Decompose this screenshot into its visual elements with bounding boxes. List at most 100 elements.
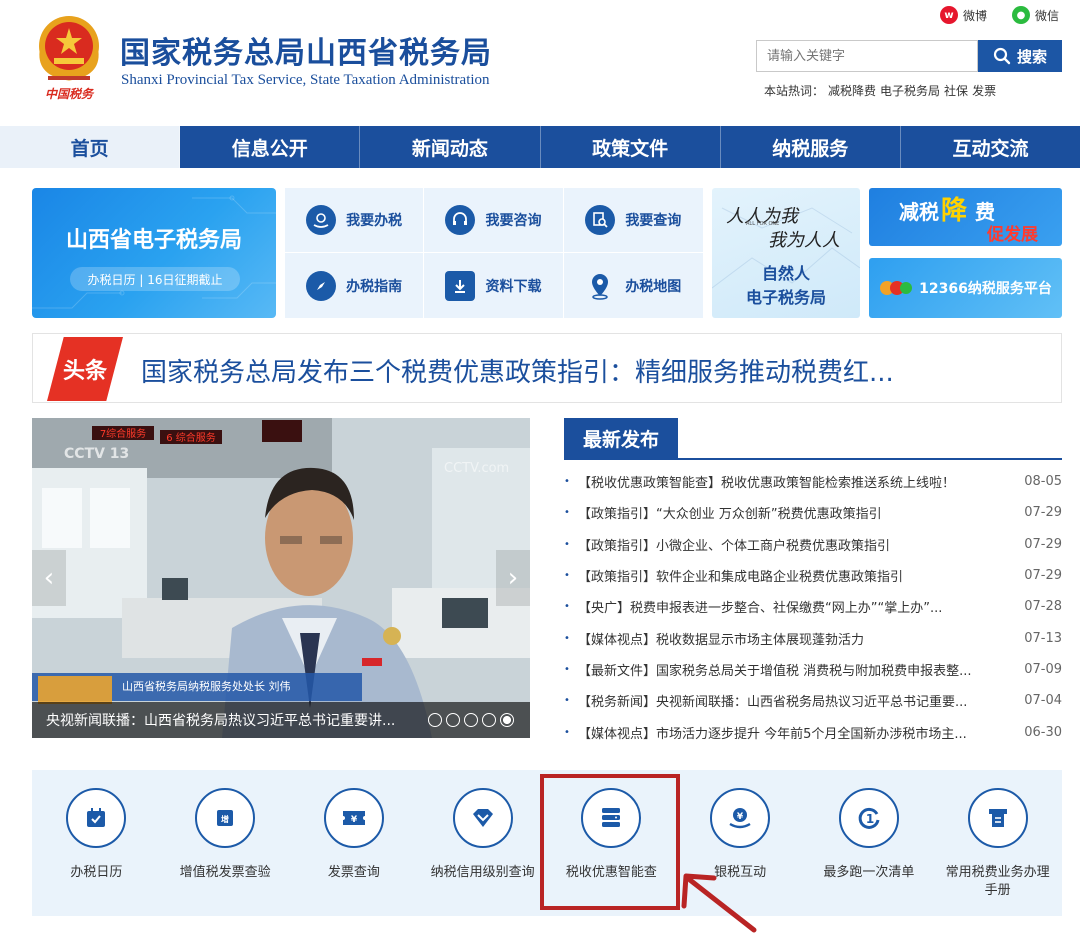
news-title[interactable]: 【税务新闻】央视新闻联播：山西省税务局热议习近平总书记重要... — [578, 691, 1020, 710]
weibo-link[interactable]: w 微博 — [940, 6, 987, 24]
service-vat-invoice-check[interactable]: 增 增值税发票查验 — [161, 770, 290, 916]
service-label: 发票查询 — [327, 865, 380, 880]
nav-news[interactable]: 新闻动态 — [360, 126, 541, 168]
news-date: 07-29 — [1024, 505, 1062, 521]
etax-bureau-banner[interactable]: 山西省电子税务局 办税日历 | 16日征期截止 — [32, 188, 276, 318]
news-title[interactable]: 【政策指引】“大众创业 万众创新”税费优惠政策指引 — [578, 503, 1020, 522]
reduce-text-d: 促发展 — [987, 225, 1038, 245]
weibo-label: 微博 — [963, 8, 988, 23]
svg-text:增: 增 — [221, 814, 229, 824]
hot-word[interactable]: 发票 — [972, 84, 996, 98]
service-credit-level[interactable]: 纳税信用级别查询 — [418, 770, 547, 916]
carousel-dot[interactable] — [464, 713, 478, 727]
carousel-next-button[interactable]: › — [496, 550, 530, 606]
news-date: 07-29 — [1024, 536, 1062, 552]
tax-emblem-logo[interactable]: 中国税务 — [34, 12, 104, 104]
nav-tax-service[interactable]: 纳税服务 — [721, 126, 901, 168]
natural-name-line-2: 电子税务局 — [745, 288, 826, 307]
svg-text:1: 1 — [866, 812, 874, 826]
news-title[interactable]: 【最新文件】国家税务总局关于增值税 消费税与附加税费申报表整... — [578, 660, 1020, 679]
service-invoice-query[interactable]: ¥ 发票查询 — [290, 770, 419, 916]
list-item[interactable]: • 【政策指引】小微企业、个体工商户税费优惠政策指引 07-29 — [564, 529, 1062, 560]
list-item[interactable]: • 【最新文件】国家税务总局关于增值税 消费税与附加税费申报表整... 07-09 — [564, 654, 1062, 685]
carousel-dot[interactable] — [446, 713, 460, 727]
quick-guide[interactable]: 办税指南 — [285, 253, 425, 318]
carousel-dot-active[interactable] — [500, 713, 514, 727]
search-button[interactable]: 搜索 — [978, 40, 1062, 72]
news-title[interactable]: 【政策指引】软件企业和集成电路企业税费优惠政策指引 — [578, 566, 1020, 585]
service-label: 纳税信用级别查询 — [430, 865, 535, 880]
news-list: • 【税收优惠政策智能查】税收优惠政策智能检索推送系统上线啦！ 08-05 • 【政策… — [564, 466, 1062, 748]
list-item[interactable]: • 【政策指引】软件企业和集成电路企业税费优惠政策指引 07-29 — [564, 560, 1062, 591]
12366-logo-icon — [880, 281, 913, 295]
quick-label: 办税地图 — [625, 278, 682, 295]
yuan-hand-icon: ¥ — [710, 788, 771, 848]
quick-label: 办税指南 — [346, 278, 403, 295]
carousel-prev-button[interactable]: ‹ — [32, 550, 66, 606]
list-item[interactable]: • 【税收优惠政策智能查】税收优惠政策智能检索推送系统上线啦！ 08-05 — [564, 466, 1062, 497]
calendar-icon — [66, 788, 127, 848]
nav-interaction[interactable]: 互动交流 — [901, 126, 1080, 168]
hotline-12366-banner[interactable]: 12366纳税服务平台 — [869, 258, 1062, 318]
site-title[interactable]: 国家税务总局山西省税务局 — [120, 28, 492, 72]
nav-home[interactable]: 首页 — [0, 126, 181, 168]
service-label: 常用税费业务办理手册 — [945, 865, 1050, 898]
bullet-icon: • — [564, 570, 570, 582]
hot-word[interactable]: 电子税务局 — [880, 84, 940, 98]
manual-icon — [967, 788, 1028, 848]
news-date: 07-28 — [1024, 599, 1062, 615]
bullet-icon: • — [564, 507, 570, 519]
service-run-once-list[interactable]: 1 最多跑一次清单 — [805, 770, 934, 916]
service-label: 最多跑一次清单 — [823, 865, 915, 880]
tax-reduction-banner[interactable]: 减税 降 费 促发展 — [869, 188, 1062, 246]
svg-text:¥: ¥ — [737, 812, 744, 822]
headline-bar[interactable]: 头条 国家税务总局发布三个税费优惠政策指引：精细服务推动税费红... — [32, 333, 1062, 403]
bullet-icon: • — [564, 538, 570, 550]
search-input[interactable] — [756, 40, 978, 72]
news-carousel[interactable]: 7综合服务 6 综合服务 CCTV 13 CCTV.com 山西省税务局纳税服务… — [32, 418, 530, 738]
hot-word[interactable]: 减税降费 — [828, 84, 876, 98]
red-arrow-icon — [681, 873, 757, 933]
nav-policy[interactable]: 政策文件 — [541, 126, 721, 168]
list-item[interactable]: • 【税务新闻】央视新闻联播：山西省税务局热议习近平总书记重要... 07-04 — [564, 685, 1062, 716]
news-title[interactable]: 【央广】税费申报表进一步整合、社保缴费“网上办”“掌上办”... — [578, 597, 1020, 616]
server-stack-icon — [581, 788, 642, 848]
list-item[interactable]: • 【政策指引】“大众创业 万众创新”税费优惠政策指引 07-29 — [564, 497, 1062, 528]
hot-word[interactable]: 社保 — [944, 84, 968, 98]
one-time-icon: 1 — [838, 788, 899, 848]
svg-text:CCTV.com: CCTV.com — [444, 461, 509, 476]
news-title[interactable]: 【政策指引】小微企业、个体工商户税费优惠政策指引 — [578, 535, 1020, 554]
bullet-icon: • — [564, 663, 570, 675]
quick-consult[interactable]: 我要咨询 — [424, 188, 564, 253]
news-title[interactable]: 【媒体视点】税收数据显示市场主体展现蓬勃活力 — [578, 629, 1020, 648]
service-tax-calendar[interactable]: 办税日历 — [32, 770, 161, 916]
news-title[interactable]: 【媒体视点】市场活力逐步提升 今年前5个月全国新办涉税市场主... — [578, 723, 1020, 742]
nav-info-disclosure[interactable]: 信息公开 — [180, 126, 361, 168]
quick-label: 我要查询 — [625, 213, 682, 229]
map-pin-icon — [585, 271, 615, 301]
natural-person-etax-banner[interactable]: 人人为我 ALL FOR ONE 我为人人 自然人 电子税务局 — [712, 188, 860, 318]
headline-link[interactable]: 国家税务总局发布三个税费优惠政策指引：精细服务推动税费红... — [141, 352, 894, 389]
tax-calendar-pill[interactable]: 办税日历 | 16日征期截止 — [70, 267, 240, 291]
service-business-manual[interactable]: 常用税费业务办理手册 — [933, 770, 1062, 916]
news-title[interactable]: 【税收优惠政策智能查】税收优惠政策智能检索推送系统上线啦！ — [578, 472, 1020, 491]
hot-words: 本站热词： 减税降费 电子税务局 社保 发票 — [764, 82, 1000, 99]
quick-do-tax[interactable]: 我要办税 — [285, 188, 425, 253]
wechat-link[interactable]: ● 微信 — [1012, 6, 1059, 24]
list-item[interactable]: • 【央广】税费申报表进一步整合、社保缴费“网上办”“掌上办”... 07-28 — [564, 591, 1062, 622]
quick-download[interactable]: 资料下载 — [424, 253, 564, 318]
quick-map[interactable]: 办税地图 — [564, 253, 703, 318]
quick-query[interactable]: 我要查询 — [563, 188, 703, 253]
list-item[interactable]: • 【媒体视点】市场活力逐步提升 今年前5个月全国新办涉税市场主... 06-30 — [564, 716, 1062, 747]
latest-release-tab[interactable]: 最新发布 — [564, 418, 678, 458]
news-date: 06-30 — [1024, 724, 1062, 740]
service-tax-incentive-smart-query[interactable]: 税收优惠智能查 — [547, 770, 676, 916]
list-item[interactable]: • 【媒体视点】税收数据显示市场主体展现蓬勃活力 07-13 — [564, 622, 1062, 653]
service-label: 增值税发票查验 — [179, 865, 271, 880]
main-nav: 首页 信息公开 新闻动态 政策文件 纳税服务 互动交流 — [0, 126, 1080, 168]
natural-person-name: 自然人 电子税务局 — [712, 262, 860, 310]
carousel-dot[interactable] — [428, 713, 442, 727]
carousel-dot[interactable] — [482, 713, 496, 727]
service-label: 办税日历 — [70, 865, 123, 880]
slogan-line-2: 我为人人 — [768, 230, 840, 251]
